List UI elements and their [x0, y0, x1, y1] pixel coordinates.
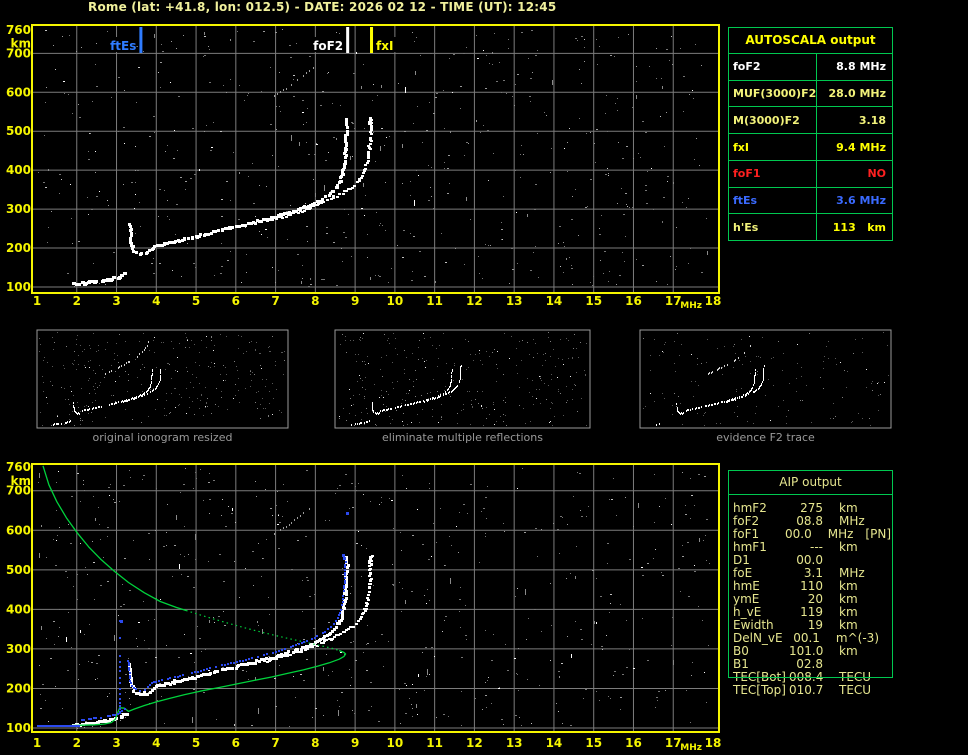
autoscala-row-value: 8.8 MHz — [836, 60, 886, 74]
svg-text:1: 1 — [33, 294, 41, 308]
svg-text:100: 100 — [6, 721, 31, 735]
aip-cell-au: TECU — [839, 683, 872, 697]
svg-text:18: 18 — [705, 736, 722, 750]
svg-text:6: 6 — [232, 736, 240, 750]
svg-text:foF2: foF2 — [313, 39, 343, 53]
svg-text:400: 400 — [6, 163, 31, 177]
svg-text:6: 6 — [232, 294, 240, 308]
svg-text:9: 9 — [351, 736, 359, 750]
svg-text:14: 14 — [546, 294, 563, 308]
autoscala-output-table: AUTOSCALA output foF2 8.8 MHz MUF(3000)F2 2… — [728, 27, 893, 241]
aip-table-bottom-border — [728, 677, 893, 678]
autoscala-row-label: foF2 — [729, 54, 817, 80]
svg-text:100: 100 — [6, 280, 31, 294]
autoscala-row-fof2: foF2 8.8 MHz — [729, 54, 892, 81]
svg-text:13: 13 — [506, 736, 523, 750]
svg-text:5: 5 — [192, 736, 200, 750]
svg-text:8: 8 — [311, 736, 319, 750]
svg-text:4: 4 — [152, 736, 160, 750]
svg-text:760: 760 — [6, 460, 31, 474]
autoscala-row-fof1: foF1 NO — [729, 160, 892, 188]
autoscala-row-fxi: fxI 9.4 MHz — [729, 134, 892, 161]
svg-text:12: 12 — [466, 736, 483, 750]
svg-text:MHz: MHz — [680, 301, 702, 311]
svg-text:ftEs: ftEs — [110, 39, 136, 53]
svg-text:7: 7 — [271, 294, 279, 308]
svg-text:km: km — [11, 37, 31, 51]
svg-text:600: 600 — [6, 85, 31, 99]
autoscala-row-m3000f2: M(3000)F2 3.18 — [729, 107, 892, 135]
autoscala-row-value: 3.6 MHz — [836, 193, 886, 207]
autoscala-row-value: 9.4 MHz — [836, 140, 886, 154]
autoscala-row-value: 3.18 — [858, 113, 886, 127]
svg-text:17: 17 — [665, 736, 682, 750]
aip-cell-au: km — [839, 540, 858, 554]
svg-text:15: 15 — [585, 294, 602, 308]
svg-text:400: 400 — [6, 602, 31, 616]
autoscala-row-hes: h'Es 113 km — [729, 214, 892, 241]
autoscala-row-value: 28.0 MHz — [828, 87, 886, 101]
svg-text:15: 15 — [585, 736, 602, 750]
svg-text:760: 760 — [6, 23, 31, 37]
autoscala-row-value: NO — [867, 167, 886, 181]
autoscala-row-label: fxI — [729, 134, 817, 160]
thumbnail-caption-eliminate: eliminate multiple reflections — [382, 431, 543, 444]
svg-text:9: 9 — [351, 294, 359, 308]
svg-text:km: km — [11, 474, 31, 488]
thumbnail-caption-evidence: evidence F2 trace — [716, 431, 815, 444]
svg-text:11: 11 — [426, 294, 443, 308]
svg-text:MHz: MHz — [680, 743, 702, 753]
svg-text:3: 3 — [112, 736, 120, 750]
autoscala-app-window: Rome (lat: +41.8, lon: 012.5) - DATE: 20… — [0, 0, 968, 755]
svg-text:5: 5 — [192, 294, 200, 308]
svg-text:200: 200 — [6, 681, 31, 695]
thumbnail-caption-original: original ionogram resized — [92, 431, 233, 444]
svg-text:11: 11 — [426, 736, 443, 750]
svg-text:3: 3 — [112, 294, 120, 308]
autoscala-row-label: h'Es — [729, 214, 817, 241]
svg-text:17: 17 — [665, 294, 682, 308]
autoscala-row-label: M(3000)F2 — [729, 107, 817, 134]
svg-text:200: 200 — [6, 241, 31, 255]
autoscala-row-label: foF1 — [729, 160, 817, 187]
svg-text:13: 13 — [506, 294, 523, 308]
svg-text:2: 2 — [73, 294, 81, 308]
aip-cell-an: [PN] — [865, 527, 891, 541]
autoscala-table-rows: foF2 8.8 MHz MUF(3000)F2 28.0 MHz M(3000)F2 3… — [729, 54, 892, 241]
svg-text:7: 7 — [271, 736, 279, 750]
svg-text:10: 10 — [387, 736, 404, 750]
svg-text:2: 2 — [73, 736, 81, 750]
svg-text:500: 500 — [6, 124, 31, 138]
aip-cell-av: 010.7 — [789, 683, 824, 697]
svg-text:8: 8 — [311, 294, 319, 308]
aip-table-rows: hmF2 275 km foF2 08.8 MHz foF1 00.0 MHz [PN] hmF1-… — [729, 502, 891, 671]
aip-table-header: AIP output — [729, 471, 892, 495]
svg-text:500: 500 — [6, 563, 31, 577]
autoscala-row-label: ftEs — [729, 187, 817, 214]
svg-text:600: 600 — [6, 523, 31, 537]
svg-text:16: 16 — [625, 736, 642, 750]
svg-text:300: 300 — [6, 642, 31, 656]
autoscala-row-ftes: ftEs 3.6 MHz — [729, 187, 892, 215]
svg-text:4: 4 — [152, 294, 160, 308]
svg-text:1: 1 — [33, 736, 41, 750]
svg-text:300: 300 — [6, 202, 31, 216]
aip-cell-av: 00.0 — [785, 527, 812, 541]
autoscala-row-label: MUF(3000)F2 — [729, 80, 817, 107]
autoscala-row-value: 113 km — [832, 220, 886, 234]
svg-text:14: 14 — [546, 736, 563, 750]
aip-row-tectop: TEC[Top] 010.7 TECU — [729, 684, 891, 697]
aip-cell-au: km — [839, 644, 858, 658]
svg-text:18: 18 — [705, 294, 722, 308]
svg-text:16: 16 — [625, 294, 642, 308]
svg-text:12: 12 — [466, 294, 483, 308]
autoscala-row-muf3000f2: MUF(3000)F2 28.0 MHz — [729, 80, 892, 108]
autoscala-table-header: AUTOSCALA output — [729, 28, 892, 54]
svg-text:fxI: fxI — [376, 39, 393, 53]
svg-text:10: 10 — [387, 294, 404, 308]
aip-cell-al: TEC[Top] — [733, 683, 786, 697]
